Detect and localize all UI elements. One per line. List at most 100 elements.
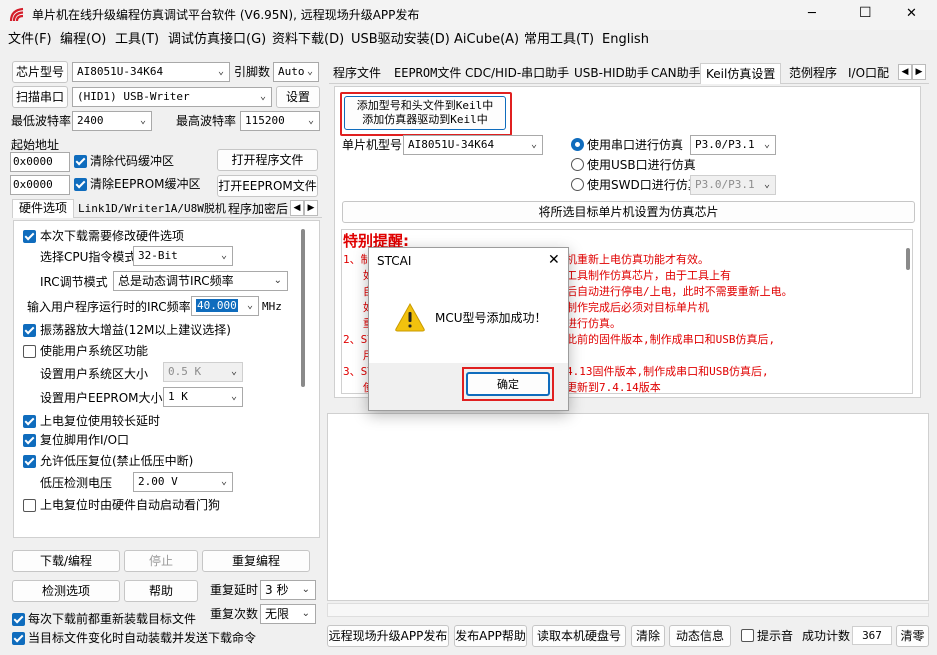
- code-address-input[interactable]: 0x0000: [10, 152, 70, 172]
- chevron-down-icon: ⌄: [246, 300, 253, 311]
- user-eeprom-label: 设置用户EEPROM大小: [40, 391, 163, 405]
- tab-scroll-right-icon[interactable]: ▶: [304, 200, 318, 216]
- menu-download-docs[interactable]: 资料下载(D): [272, 32, 344, 48]
- user-sys-label: 使能用户系统区功能: [40, 344, 149, 358]
- set-sim-chip-button[interactable]: 将所选目标单片机设置为仿真芯片: [342, 201, 915, 223]
- menu-usb-driver[interactable]: USB驱动安装(D): [351, 32, 450, 48]
- chevron-down-icon: ⌄: [301, 608, 310, 619]
- clear-code-checkbox[interactable]: [74, 155, 87, 168]
- reload-each-checkbox[interactable]: [12, 613, 25, 626]
- ok-button[interactable]: 确定: [466, 372, 550, 396]
- reprogram-button[interactable]: 重复编程: [202, 550, 310, 572]
- serial-sim-label: 使用串口进行仿真: [587, 138, 684, 152]
- max-baud-select[interactable]: 115200 ⌄: [240, 111, 320, 131]
- minimize-button[interactable]: ─: [808, 6, 816, 22]
- usb-sim-radio[interactable]: [571, 158, 584, 171]
- open-eeprom-button[interactable]: 打开EEPROM文件: [217, 175, 318, 197]
- repeat-delay-select[interactable]: 3 秒 ⌄: [260, 580, 316, 600]
- tab-keil-sim[interactable]: Keil仿真设置: [700, 63, 782, 84]
- add-to-keil-button[interactable]: 添加型号和头文件到Keil中 添加仿真器驱动到Keil中: [344, 96, 506, 130]
- open-program-button[interactable]: 打开程序文件: [217, 149, 318, 171]
- port-select[interactable]: (HID1) USB-Writer ⌄: [72, 87, 272, 107]
- output-log[interactable]: [327, 413, 929, 601]
- serial-sim-radio[interactable]: [571, 138, 584, 151]
- tab-offline[interactable]: Link1D/Writer1A/U8W脱机: [78, 201, 226, 217]
- chip-select[interactable]: AI8051U-34K64 ⌄: [72, 62, 230, 82]
- anim-info-button[interactable]: 动态信息: [669, 625, 731, 647]
- close-button[interactable]: ✕: [906, 6, 917, 22]
- clear-eeprom-checkbox[interactable]: [74, 178, 87, 191]
- auto-send-checkbox[interactable]: [12, 632, 25, 645]
- modify-hw-label: 本次下载需要修改硬件选项: [40, 229, 185, 243]
- clear-button[interactable]: 清除: [631, 625, 665, 647]
- menu-file[interactable]: 文件(F): [8, 32, 52, 48]
- maximize-button[interactable]: ☐: [859, 5, 872, 21]
- download-button[interactable]: 下载/编程: [12, 550, 120, 572]
- repeat-delay-label: 重复延时: [210, 583, 259, 597]
- chip-label-button[interactable]: 芯片型号: [12, 61, 68, 83]
- right-tab-scroll-right-icon[interactable]: ▶: [912, 64, 926, 80]
- user-sys-size-select[interactable]: 0.5 K ⌄: [163, 362, 243, 382]
- tab-scroll-left-icon[interactable]: ◀: [290, 200, 304, 216]
- serial-pins-select[interactable]: P3.0/P3.1 ⌄: [690, 135, 776, 155]
- tab-hardware-options[interactable]: 硬件选项: [12, 199, 75, 218]
- right-tab-scroll-left-icon[interactable]: ◀: [898, 64, 912, 80]
- beep-checkbox[interactable]: [741, 629, 754, 642]
- irc-freq-select[interactable]: 40.000 ⌄: [191, 296, 259, 316]
- min-baud-select[interactable]: 2400 ⌄: [72, 111, 152, 131]
- publish-help-button[interactable]: 发布APP帮助: [454, 625, 527, 647]
- remote-publish-button[interactable]: 远程现场升级APP发布: [327, 625, 449, 647]
- por-delay-checkbox[interactable]: [23, 415, 36, 428]
- detect-options-button[interactable]: 检测选项: [12, 580, 120, 602]
- irc-mode-select[interactable]: 总是动态调节IRC频率 ⌄: [113, 271, 288, 291]
- clear-count-button[interactable]: 清零: [896, 625, 929, 647]
- mcu-model-select[interactable]: AI8051U-34K64 ⌄: [403, 135, 543, 155]
- menu-debug[interactable]: 调试仿真接口(G): [168, 32, 266, 48]
- tab-eeprom-file[interactable]: EEPROM文件: [394, 63, 461, 83]
- menu-aicube[interactable]: AiCube(A): [454, 32, 519, 48]
- swd-pins-select[interactable]: P3.0/P3.1 ⌄: [690, 175, 776, 195]
- scan-port-button[interactable]: 扫描串口: [12, 86, 68, 108]
- tab-program-file[interactable]: 程序文件: [333, 63, 381, 83]
- max-baud-label: 最高波特率: [176, 114, 237, 128]
- swd-sim-radio[interactable]: [571, 178, 584, 191]
- settings-button[interactable]: 设置: [276, 86, 320, 108]
- dialog-close-icon[interactable]: ✕: [548, 252, 560, 268]
- tab-encrypt[interactable]: 程序加密后: [228, 201, 288, 217]
- title-bar: 单片机在线升级编程仿真调试平台软件 (V6.95N), 远程现场升级APP发布 …: [0, 0, 937, 30]
- wdt-checkbox[interactable]: [23, 499, 36, 512]
- osc-gain-checkbox[interactable]: [23, 324, 36, 337]
- lvd-select[interactable]: 2.00 V ⌄: [133, 472, 233, 492]
- read-disk-button[interactable]: 读取本机硬盘号: [532, 625, 626, 647]
- menu-common-tools[interactable]: 常用工具(T): [524, 32, 594, 48]
- tab-cdc-serial[interactable]: CDC/HID-串口助手: [465, 63, 569, 83]
- reset-io-checkbox[interactable]: [23, 434, 36, 447]
- stop-button[interactable]: 停止: [124, 550, 198, 572]
- cpu-mode-label: 选择CPU指令模式: [40, 250, 137, 264]
- hw-scrollbar[interactable]: [301, 229, 305, 387]
- tab-usb-hid[interactable]: USB-HID助手: [574, 63, 649, 83]
- eeprom-address-input[interactable]: 0x0000: [10, 175, 70, 195]
- user-sys-checkbox[interactable]: [23, 345, 36, 358]
- tab-can[interactable]: CAN助手: [651, 63, 701, 83]
- pins-select[interactable]: Auto ⌄: [273, 62, 319, 82]
- max-baud-value: 115200: [245, 114, 285, 127]
- warning-icon: [394, 302, 426, 332]
- menu-tools[interactable]: 工具(T): [115, 32, 159, 48]
- modify-hw-checkbox[interactable]: [23, 230, 36, 243]
- cpu-mode-select[interactable]: 32-Bit ⌄: [133, 246, 233, 266]
- irc-freq-value: 40.000: [196, 299, 238, 312]
- menu-english[interactable]: English: [602, 32, 649, 48]
- user-sys-size-label: 设置用户系统区大小: [40, 367, 149, 381]
- tab-examples[interactable]: 范例程序: [789, 63, 837, 83]
- tab-io-config[interactable]: I/O口配: [848, 63, 889, 83]
- repeat-count-select[interactable]: 无限 ⌄: [260, 604, 316, 624]
- notice-line: 此前的固件版本,制作成串口和USB仿真后,: [566, 333, 776, 346]
- menu-program[interactable]: 编程(O): [60, 32, 106, 48]
- lvr-checkbox[interactable]: [23, 455, 36, 468]
- osc-gain-label: 振荡器放大增益(12M以上建议选择): [40, 323, 231, 337]
- clear-code-label: 清除代码缓冲区: [90, 154, 175, 168]
- help-button[interactable]: 帮助: [124, 580, 198, 602]
- notice-scrollbar[interactable]: [906, 248, 910, 270]
- user-eeprom-select[interactable]: 1 K ⌄: [163, 387, 243, 407]
